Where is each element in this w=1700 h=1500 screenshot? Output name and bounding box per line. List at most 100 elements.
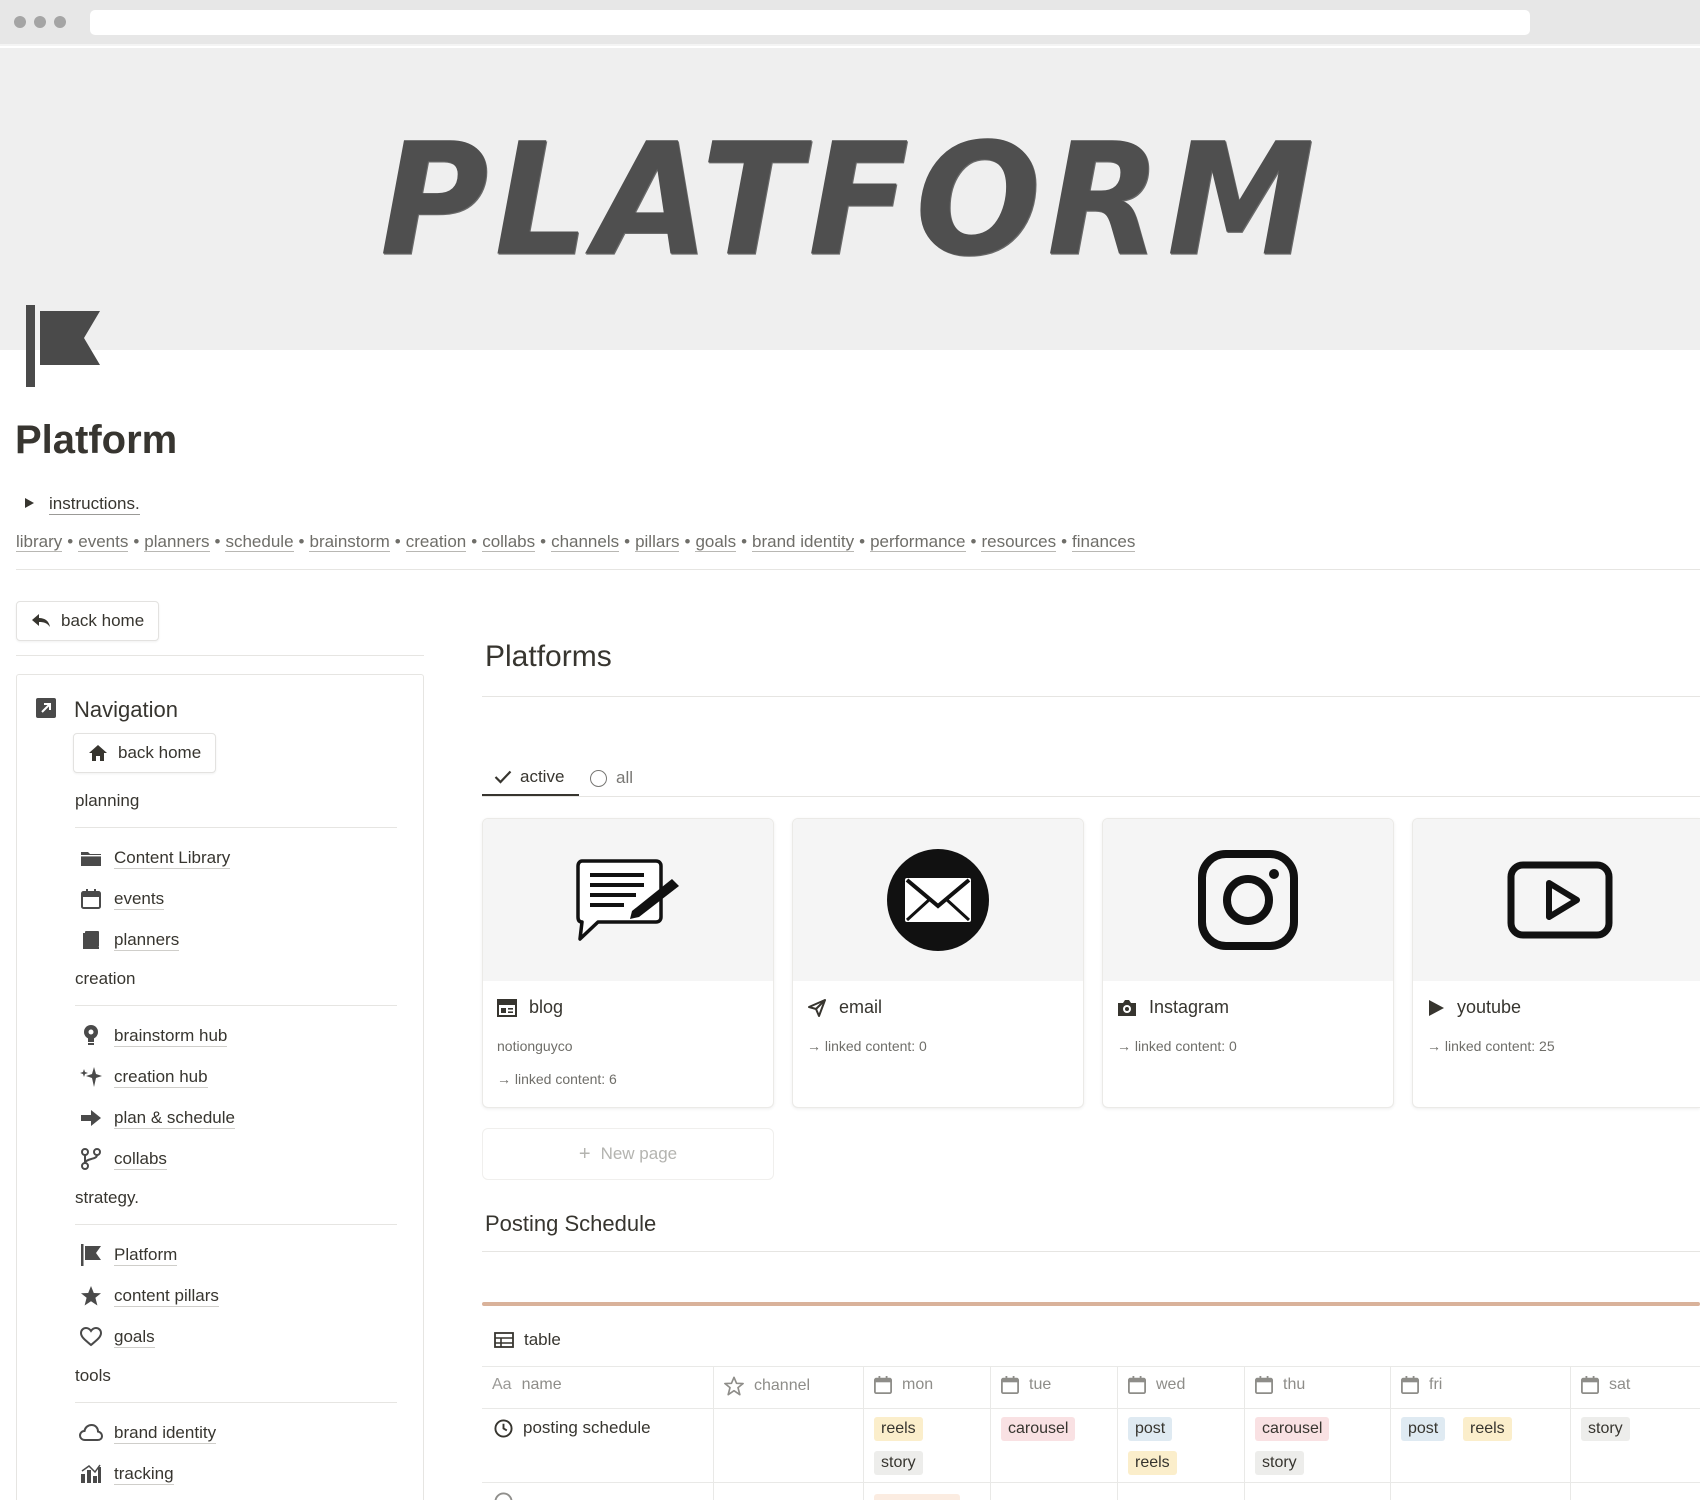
tag-thu[interactable]: story xyxy=(1255,1451,1304,1475)
nav-item-plan-schedule[interactable]: plan & schedule xyxy=(78,1105,235,1131)
cover-title: PLATFORM xyxy=(379,109,1321,291)
column-header-fri[interactable]: fri xyxy=(1401,1376,1442,1394)
nav-item-label: planners xyxy=(114,929,180,951)
nav-item-label: plan & schedule xyxy=(114,1107,235,1129)
platform-card-youtube[interactable]: youtube → linked content: 25 xyxy=(1412,818,1700,1108)
column-header-tue[interactable]: tue xyxy=(1001,1376,1051,1394)
breadcrumb-link[interactable]: resources xyxy=(981,532,1057,552)
circle-icon xyxy=(590,769,607,787)
view-tab-table[interactable]: table xyxy=(494,1330,561,1350)
nav-item-label: creation hub xyxy=(114,1066,208,1088)
tag-tue[interactable]: carousel xyxy=(1001,1417,1076,1441)
column-label: channel xyxy=(754,1377,811,1394)
envelope-icon xyxy=(887,849,989,951)
nav-item-content-pillars[interactable]: content pillars xyxy=(78,1283,219,1309)
nav-item-label: Platform xyxy=(114,1244,178,1266)
breadcrumb-link[interactable]: creation xyxy=(405,532,467,552)
window-close-dot[interactable] xyxy=(14,16,26,28)
send-icon xyxy=(808,998,826,1017)
play-icon xyxy=(1429,999,1444,1016)
column-header-channel[interactable]: channel xyxy=(724,1376,810,1396)
nav-item-creation-hub[interactable]: creation hub xyxy=(78,1064,208,1090)
breadcrumb-link[interactable]: finances xyxy=(1072,532,1136,552)
accent-divider xyxy=(482,1302,1700,1306)
nav-item-goals[interactable]: goals xyxy=(78,1324,155,1350)
card-title-label: Instagram xyxy=(1149,997,1230,1017)
book-icon xyxy=(78,930,104,950)
nav-item-collabs[interactable]: collabs xyxy=(78,1146,167,1172)
card-title-label: blog xyxy=(529,997,564,1017)
back-home-button[interactable]: back home xyxy=(16,601,160,641)
nav-item-label: brand identity xyxy=(114,1422,217,1444)
address-bar[interactable] xyxy=(90,10,1530,35)
section-tools: tools xyxy=(75,1366,111,1385)
new-page-label: New page xyxy=(600,1144,678,1163)
breadcrumb-link[interactable]: planners xyxy=(144,532,210,552)
breadcrumb-link[interactable]: pillars xyxy=(635,532,680,552)
cloud-icon xyxy=(78,1424,104,1442)
navigation-heading: Navigation xyxy=(74,697,178,722)
camera-icon xyxy=(1118,999,1136,1016)
nav-item-planners[interactable]: planners xyxy=(78,927,180,953)
column-header-sat[interactable]: sat xyxy=(1581,1376,1630,1394)
tag-thu[interactable]: carousel xyxy=(1255,1417,1330,1441)
breadcrumb-link[interactable]: schedule xyxy=(225,532,294,552)
table-row-name[interactable]: posting schedule xyxy=(494,1418,651,1438)
tag-mon[interactable]: story xyxy=(874,1451,923,1475)
tag-fri[interactable]: post xyxy=(1401,1417,1446,1441)
column-header-thu[interactable]: thu xyxy=(1255,1376,1305,1394)
calendar-icon xyxy=(1255,1376,1273,1394)
column-label: sat xyxy=(1609,1376,1631,1393)
breadcrumb-link[interactable]: collabs xyxy=(482,532,536,552)
platform-card-instagram[interactable]: Instagram → linked content: 0 xyxy=(1102,818,1394,1108)
divider xyxy=(16,655,424,656)
instructions-toggle[interactable]: instructions. xyxy=(25,494,140,515)
tag-mon[interactable]: reels xyxy=(874,1417,923,1441)
breadcrumb-link[interactable]: brand identity xyxy=(752,532,855,552)
posting-schedule-heading: Posting Schedule xyxy=(485,1211,657,1236)
breadcrumb-link[interactable]: channels xyxy=(551,532,620,552)
nav-item-brainstorm-hub[interactable]: brainstorm hub xyxy=(78,1023,228,1049)
triangle-right-icon[interactable] xyxy=(25,498,34,508)
new-page-button[interactable]: + New page xyxy=(482,1128,774,1180)
breadcrumb-link[interactable]: performance xyxy=(870,532,966,552)
tag-wed[interactable]: reels xyxy=(1128,1451,1177,1475)
nav-item-tracking[interactable]: tracking xyxy=(78,1461,174,1487)
table-border xyxy=(482,1408,1700,1409)
breadcrumb-link[interactable]: goals xyxy=(695,532,737,552)
column-header-name[interactable]: Aa name xyxy=(492,1376,562,1394)
platform-card-email[interactable]: email → linked content: 0 xyxy=(792,818,1084,1108)
tab-active[interactable]: active xyxy=(482,760,579,796)
table-border xyxy=(990,1366,991,1500)
nav-item-brand-identity[interactable]: brand identity xyxy=(78,1420,217,1446)
column-label: thu xyxy=(1283,1376,1306,1393)
tag-fri[interactable]: reels xyxy=(1463,1417,1512,1441)
breadcrumb-link[interactable]: events xyxy=(78,532,129,552)
tab-all[interactable]: all xyxy=(590,760,633,796)
nav-back-home-button[interactable]: back home xyxy=(73,733,217,773)
platform-card-blog[interactable]: blog notionguyco → linked content: 6 xyxy=(482,818,774,1108)
divider xyxy=(75,827,397,828)
divider xyxy=(16,569,1700,570)
flag-icon[interactable] xyxy=(26,305,102,392)
breadcrumb-link[interactable]: brainstorm xyxy=(309,532,390,552)
star-icon xyxy=(78,1285,104,1307)
tag-sat[interactable]: story xyxy=(1581,1417,1630,1441)
nav-item-events[interactable]: events xyxy=(78,886,165,912)
arrow-right-icon xyxy=(78,1109,104,1127)
nav-item-content-library[interactable]: Content Library xyxy=(78,845,231,871)
table-border xyxy=(1570,1366,1571,1500)
nav-item-platform[interactable]: Platform xyxy=(78,1242,178,1268)
divider xyxy=(482,796,1700,797)
tag-wed[interactable]: post xyxy=(1128,1417,1173,1441)
column-header-mon[interactable]: mon xyxy=(874,1376,933,1394)
window-minimize-dot[interactable] xyxy=(34,16,46,28)
platforms-heading: Platforms xyxy=(485,640,612,673)
back-home-label: back home xyxy=(61,611,145,630)
arrow-up-right-icon xyxy=(36,698,56,723)
window-maximize-dot[interactable] xyxy=(54,16,66,28)
column-header-wed[interactable]: wed xyxy=(1128,1376,1185,1394)
card-title: Instagram xyxy=(1117,997,1229,1018)
calendar-icon xyxy=(1581,1376,1599,1394)
breadcrumb-link[interactable]: library xyxy=(16,532,63,552)
